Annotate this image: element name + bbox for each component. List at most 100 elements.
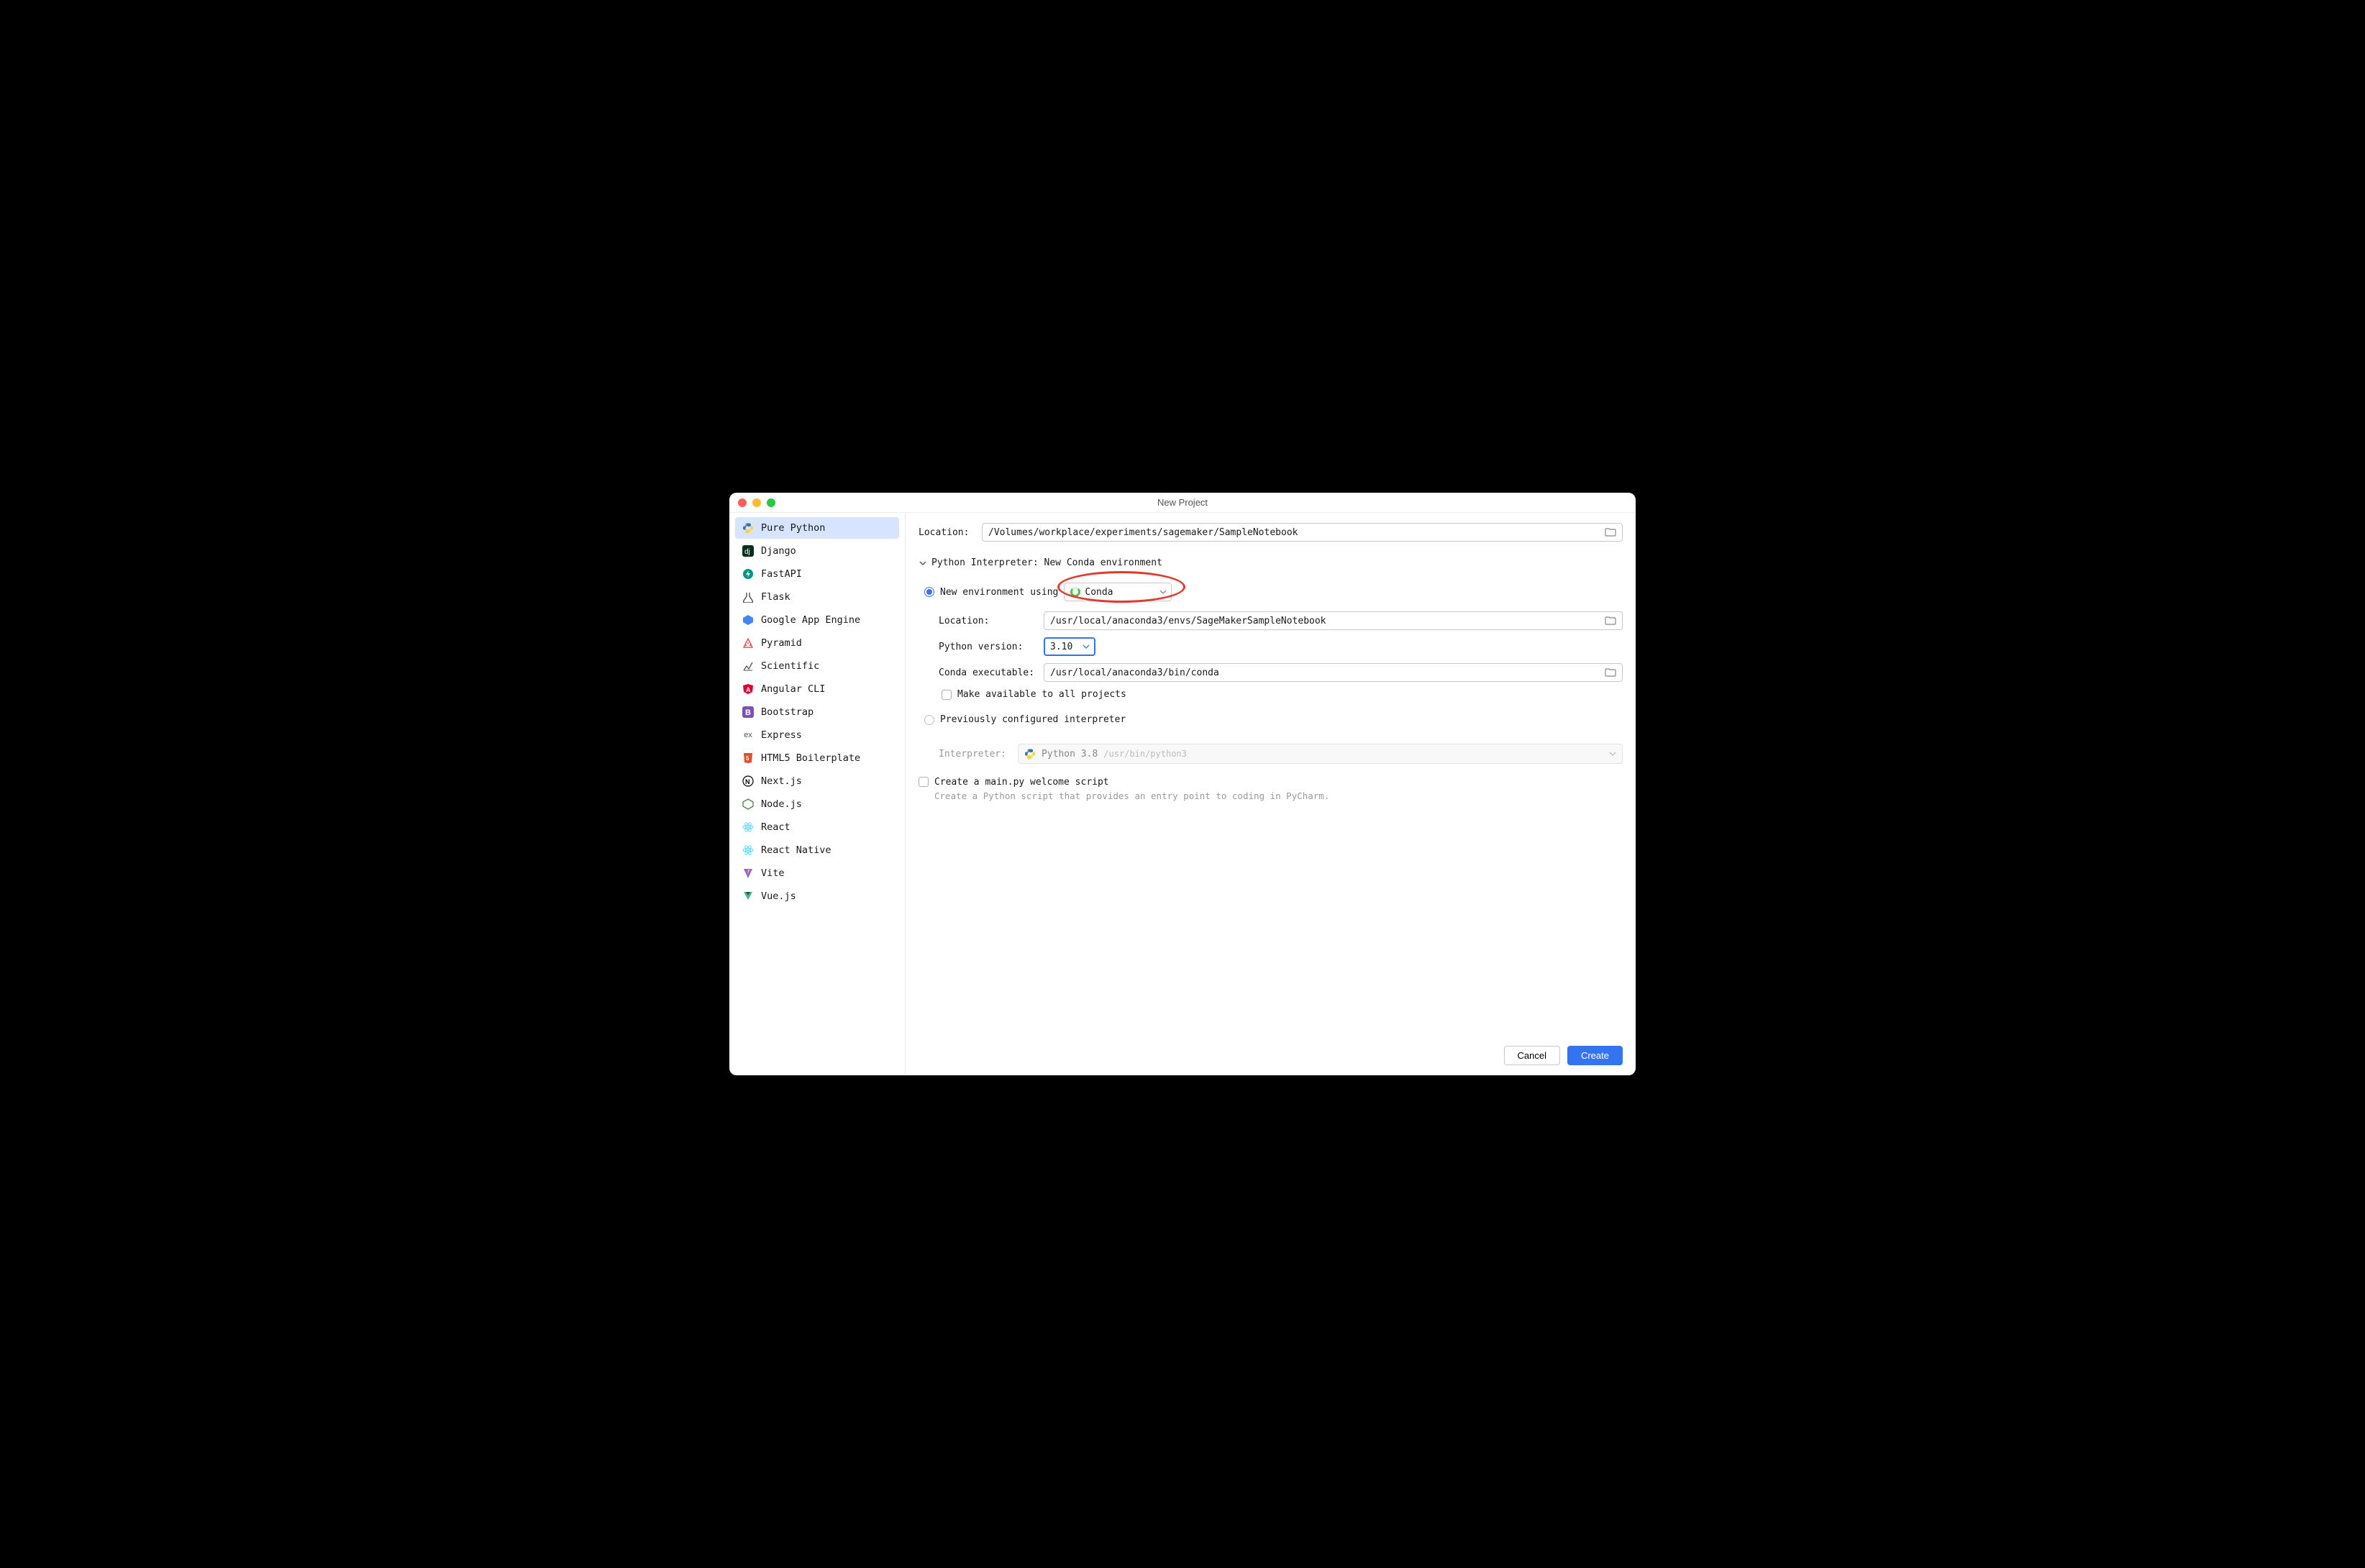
sidebar-item-fastapi[interactable]: FastAPI: [735, 563, 899, 585]
bootstrap-icon: B: [742, 706, 754, 718]
sidebar-item-label: Bootstrap: [761, 705, 814, 719]
nodejs-icon: [742, 798, 754, 810]
sidebar-item-label: Django: [761, 544, 796, 558]
main-panel: Location: /Volumes/workplace/experiments…: [906, 513, 1636, 1075]
sidebar-item-label: Angular CLI: [761, 682, 825, 696]
minimize-icon[interactable]: [752, 498, 761, 507]
create-main-checkbox[interactable]: [919, 777, 929, 787]
sidebar-item-label: Node.js: [761, 797, 802, 811]
sidebar-item-label: Express: [761, 728, 802, 742]
scientific-icon: [742, 660, 754, 672]
new-project-dialog: New Project Pure Python dj Django FastAP…: [729, 493, 1636, 1075]
previously-configured-label: Previously configured interpreter: [940, 714, 1126, 725]
sidebar-item-google-app-engine[interactable]: Google App Engine: [735, 609, 899, 631]
location-row: Location: /Volumes/workplace/experiments…: [919, 523, 1623, 542]
conda-icon: [1070, 587, 1080, 597]
vuejs-icon: [742, 890, 754, 902]
conda-exec-row: Conda executable: /usr/local/anaconda3/b…: [939, 663, 1623, 682]
sidebar-item-scientific[interactable]: Scientific: [735, 655, 899, 677]
env-location-row: Location: /usr/local/anaconda3/envs/Sage…: [939, 611, 1623, 630]
chevron-down-icon: [1083, 643, 1090, 650]
sidebar-item-express[interactable]: ex Express: [735, 724, 899, 746]
sidebar-item-label: Google App Engine: [761, 613, 860, 627]
section-label: Python Interpreter: New Conda environmen…: [931, 557, 1162, 568]
location-label: Location:: [919, 527, 975, 538]
new-environment-radio[interactable]: [924, 587, 934, 597]
svg-text:B: B: [745, 708, 751, 717]
sidebar-item-react[interactable]: React: [735, 816, 899, 838]
sidebar-item-flask[interactable]: Flask: [735, 586, 899, 608]
titlebar: New Project: [729, 493, 1636, 513]
svg-text:N: N: [745, 778, 750, 785]
sidebar-item-nodejs[interactable]: Node.js: [735, 793, 899, 815]
new-environment-label: New environment using: [940, 587, 1058, 598]
env-location-label: Location:: [939, 616, 1036, 626]
conda-exec-input[interactable]: /usr/local/anaconda3/bin/conda: [1044, 663, 1623, 682]
location-value: /Volumes/workplace/experiments/sagemaker…: [988, 527, 1605, 538]
react-icon: [742, 821, 754, 833]
window-controls: [738, 498, 775, 507]
create-main-hint: Create a Python script that provides an …: [934, 790, 1329, 801]
previously-configured-radio-row[interactable]: Previously configured interpreter: [924, 714, 1623, 725]
create-button[interactable]: Create: [1567, 1046, 1623, 1065]
python-icon: [1024, 748, 1036, 760]
make-available-row[interactable]: Make available to all projects: [942, 689, 1623, 700]
create-main-label: Create a main.py welcome script: [934, 777, 1329, 788]
chevron-down-icon: [919, 559, 927, 568]
svg-text:dj: dj: [744, 548, 750, 556]
environment-tool-select[interactable]: Conda: [1064, 583, 1172, 601]
sidebar-item-html5-boilerplate[interactable]: 5 HTML5 Boilerplate: [735, 747, 899, 769]
project-type-sidebar: Pure Python dj Django FastAPI Flask Goog…: [729, 513, 906, 1075]
sidebar-item-vuejs[interactable]: Vue.js: [735, 885, 899, 907]
sidebar-item-angular-cli[interactable]: A Angular CLI: [735, 678, 899, 700]
sidebar-item-bootstrap[interactable]: B Bootstrap: [735, 701, 899, 723]
sidebar-item-react-native[interactable]: React Native: [735, 839, 899, 861]
pyramid-icon: [742, 637, 754, 649]
python-icon: [742, 522, 754, 534]
interpreter-select[interactable]: Python 3.8 /usr/bin/python3: [1018, 744, 1623, 764]
folder-icon[interactable]: [1605, 615, 1616, 626]
sidebar-item-pyramid[interactable]: Pyramid: [735, 632, 899, 654]
folder-icon[interactable]: [1605, 667, 1616, 678]
interpreter-path: /usr/bin/python3: [1103, 749, 1187, 759]
conda-exec-label: Conda executable:: [939, 667, 1036, 678]
vite-icon: [742, 867, 754, 879]
previously-configured-radio[interactable]: [924, 715, 934, 725]
python-version-label: Python version:: [939, 642, 1036, 652]
window-title: New Project: [729, 497, 1636, 508]
cancel-button[interactable]: Cancel: [1504, 1046, 1560, 1065]
html5-icon: 5: [742, 752, 754, 764]
sidebar-item-vite[interactable]: Vite: [735, 862, 899, 884]
zoom-icon[interactable]: [767, 498, 775, 507]
interpreter-section-header[interactable]: Python Interpreter: New Conda environmen…: [919, 557, 1623, 568]
sidebar-item-label: Flask: [761, 590, 790, 604]
folder-icon[interactable]: [1605, 527, 1616, 538]
location-input[interactable]: /Volumes/workplace/experiments/sagemaker…: [982, 523, 1623, 542]
sidebar-item-label: HTML5 Boilerplate: [761, 751, 860, 765]
button-bar: Cancel Create: [1504, 1046, 1623, 1065]
python-version-row: Python version: 3.10: [939, 637, 1623, 656]
sidebar-item-label: Next.js: [761, 774, 802, 788]
react-native-icon: [742, 844, 754, 856]
sidebar-item-nextjs[interactable]: N Next.js: [735, 770, 899, 792]
sidebar-item-django[interactable]: dj Django: [735, 540, 899, 562]
angular-icon: A: [742, 683, 754, 695]
sidebar-item-pure-python[interactable]: Pure Python: [735, 517, 899, 539]
python-version-select[interactable]: 3.10: [1044, 637, 1095, 656]
make-available-checkbox[interactable]: [942, 690, 952, 700]
new-environment-radio-row[interactable]: New environment using Conda: [924, 583, 1623, 601]
svg-text:5: 5: [746, 755, 749, 762]
dialog-body: Pure Python dj Django FastAPI Flask Goog…: [729, 513, 1636, 1075]
create-main-row[interactable]: Create a main.py welcome script Create a…: [919, 777, 1623, 801]
sidebar-item-label: Scientific: [761, 659, 819, 673]
close-icon[interactable]: [738, 498, 747, 507]
conda-exec-value: /usr/local/anaconda3/bin/conda: [1050, 667, 1605, 678]
interpreter-row: Interpreter: Python 3.8 /usr/bin/python3: [939, 744, 1623, 764]
new-env-options: Location: /usr/local/anaconda3/envs/Sage…: [939, 611, 1623, 710]
sidebar-item-label: React: [761, 820, 790, 834]
env-location-input[interactable]: /usr/local/anaconda3/envs/SageMakerSampl…: [1044, 611, 1623, 630]
sidebar-item-label: Vite: [761, 866, 785, 880]
nextjs-icon: N: [742, 775, 754, 787]
sidebar-item-label: Pyramid: [761, 636, 802, 650]
interpreter-label: Interpreter:: [939, 749, 1011, 760]
